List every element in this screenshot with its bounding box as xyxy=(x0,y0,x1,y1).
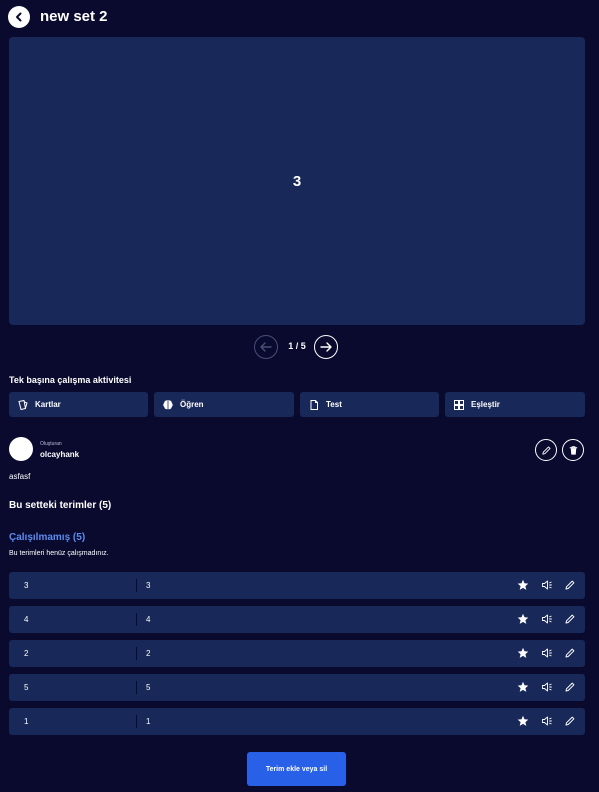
activities-heading: Tek başına çalışma aktivitesi xyxy=(9,375,132,385)
term-definition: 5 xyxy=(146,683,151,692)
unstudied-note: Bu terimleri henüz çalışmadınız. xyxy=(9,550,109,557)
cards-icon xyxy=(18,399,28,410)
pencil-icon[interactable] xyxy=(564,579,576,591)
term-definition: 1 xyxy=(146,717,151,726)
creator-name[interactable]: olcayhank xyxy=(40,450,79,459)
pencil-icon[interactable] xyxy=(564,715,576,727)
arrow-left-icon xyxy=(260,342,272,352)
term-row: 5 5 xyxy=(9,674,585,701)
card-counter: 1 / 5 xyxy=(288,341,306,351)
speaker-icon[interactable] xyxy=(541,715,553,727)
activity-label: Test xyxy=(326,400,342,409)
star-icon[interactable] xyxy=(517,647,529,659)
page-title: new set 2 xyxy=(40,8,108,25)
speaker-icon[interactable] xyxy=(541,647,553,659)
arrow-right-icon xyxy=(320,342,332,352)
delete-set-button[interactable] xyxy=(562,439,584,461)
next-card-button[interactable] xyxy=(314,335,338,359)
activity-match-button[interactable]: Eşleştir xyxy=(445,392,585,417)
star-icon[interactable] xyxy=(517,681,529,693)
pencil-icon[interactable] xyxy=(564,681,576,693)
term-divider xyxy=(136,681,137,694)
activity-learn-button[interactable]: Öğren xyxy=(154,392,294,417)
trash-icon xyxy=(569,445,577,455)
term-row: 4 4 xyxy=(9,606,585,633)
activity-cards-button[interactable]: Kartlar xyxy=(9,392,148,417)
previous-card-button[interactable] xyxy=(254,335,278,359)
term-word: 5 xyxy=(24,683,29,692)
pencil-icon[interactable] xyxy=(564,647,576,659)
term-word: 4 xyxy=(24,615,29,624)
activity-test-button[interactable]: Test xyxy=(300,392,439,417)
avatar[interactable] xyxy=(9,437,33,461)
star-icon[interactable] xyxy=(517,715,529,727)
term-divider xyxy=(136,613,137,626)
activity-label: Öğren xyxy=(180,400,204,409)
term-divider xyxy=(136,579,137,592)
term-word: 3 xyxy=(24,581,29,590)
activity-label: Kartlar xyxy=(35,400,61,409)
speaker-icon[interactable] xyxy=(541,613,553,625)
term-row: 3 3 xyxy=(9,572,585,599)
term-word: 2 xyxy=(24,649,29,658)
speaker-icon[interactable] xyxy=(541,681,553,693)
flashcard-text: 3 xyxy=(292,172,302,190)
term-definition: 4 xyxy=(146,615,151,624)
creator-caption: Oluşturan xyxy=(40,441,62,447)
add-remove-terms-button[interactable]: Terim ekle veya sil xyxy=(247,752,346,786)
chevron-left-icon xyxy=(16,12,22,22)
edit-set-button[interactable] xyxy=(535,439,557,461)
set-description: asfasf xyxy=(9,472,31,481)
terms-heading: Bu setteki terimler (5) xyxy=(9,500,112,511)
term-row: 2 2 xyxy=(9,640,585,667)
brain-icon xyxy=(163,399,173,409)
term-row: 1 1 xyxy=(9,708,585,735)
flashcard[interactable]: 3 xyxy=(9,37,585,325)
pencil-icon xyxy=(541,445,551,455)
term-definition: 3 xyxy=(146,581,151,590)
speaker-icon[interactable] xyxy=(541,579,553,591)
term-word: 1 xyxy=(24,717,29,726)
back-button[interactable] xyxy=(8,6,30,28)
unstudied-heading: Çalışılmamış (5) xyxy=(9,532,86,543)
term-divider xyxy=(136,647,137,660)
activity-label: Eşleştir xyxy=(471,400,500,409)
match-icon xyxy=(454,399,464,410)
term-divider xyxy=(136,715,137,728)
star-icon[interactable] xyxy=(517,579,529,591)
pencil-icon[interactable] xyxy=(564,613,576,625)
document-icon xyxy=(310,399,318,410)
star-icon[interactable] xyxy=(517,613,529,625)
term-definition: 2 xyxy=(146,649,151,658)
